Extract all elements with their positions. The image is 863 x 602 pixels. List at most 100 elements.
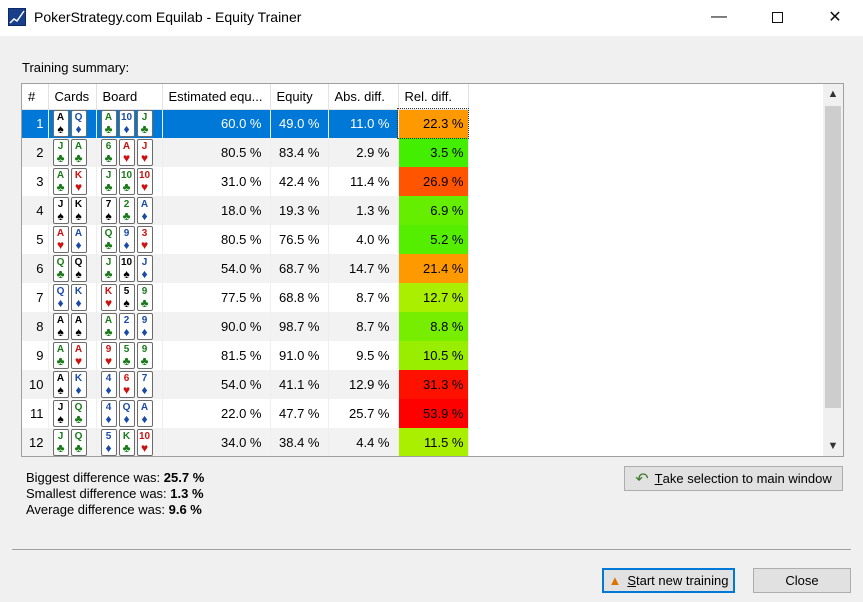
dialog-content: Training summary: # Cards Board Estimate… [0,36,863,602]
minimize-icon: — [711,8,727,25]
playing-card: 5 ♠ [118,284,135,311]
training-summary-label: Training summary: [22,60,130,75]
playing-card: A ♠ [52,110,69,138]
playing-card: Q ♣ [70,429,87,456]
maximize-button[interactable] [754,0,800,34]
table-row[interactable]: 4 J ♠ K ♠ 7 ♠ 2 ♣ A ♦ 18.0 % 19.3 % 1.3 % 6.9 % [22,196,469,225]
take-selection-button[interactable]: ↶ Take selection to main window [624,466,843,491]
training-summary-grid[interactable]: # Cards Board Estimated equ... Equity Ab… [21,83,844,457]
card-suit-icon: ♣ [140,296,149,310]
table-row[interactable]: 10 A ♠ K ♦ 4 ♦ 6 ♥ 7 ♦ 54.0 % 41.1 % 12.9 % 31.3 % [22,370,469,399]
board-cards: 5 ♦ K ♣ 10 ♥ [96,428,163,456]
playing-card: 9 ♣ [136,284,153,311]
card-suit-icon: ♦ [123,122,130,137]
table-row[interactable]: 8 A ♠ A ♠ A ♣ 2 ♦ 9 ♦ 90.0 % 98.7 % 8.7 % 8.8 % [22,312,469,341]
table-row[interactable]: 6 Q ♣ Q ♠ J ♣ 10 ♠ J ♦ 54.0 % 68.7 % 14.7 % 21.4 % [22,254,469,283]
table-row[interactable]: 12 J ♣ Q ♣ 5 ♦ K ♣ 10 ♥ 34.0 % 38.4 % 4.4 % 11.5 % [22,428,469,456]
table-row[interactable]: 5 A ♥ A ♦ Q ♣ 9 ♦ 3 ♥ 80.5 % 76.5 % 4.0 % 5.2 % [22,225,469,254]
board-cards: 7 ♠ 2 ♣ A ♦ [96,196,163,225]
card-suit-icon: ♣ [56,151,65,165]
hole-cards: Q ♦ K ♦ [48,283,97,312]
column-header-rel-diff[interactable]: Rel. diff. [398,84,469,110]
playing-card: K ♣ [118,429,135,456]
close-button[interactable]: Close [753,568,851,593]
rel-diff: 5.2 % [398,225,469,254]
table-row[interactable]: 1 A ♠ Q ♦ A ♣ 10 ♦ J ♣ 60.0 % 49.0 % 11.0 % 22.3 % [22,108,469,139]
scroll-up-button[interactable]: ▲ [823,84,843,104]
average-difference-value: 9.6 % [168,502,202,517]
abs-diff: 25.7 % [328,399,399,428]
playing-card: A ♠ [52,371,69,398]
rel-diff: 26.9 % [398,167,469,196]
column-header-estimated-equity[interactable]: Estimated equ... [162,84,271,110]
estimated-equity: 18.0 % [162,196,271,225]
card-suit-icon: ♣ [140,354,149,368]
biggest-difference: Biggest difference was: 25.7 % [26,470,205,485]
column-header-abs-diff[interactable]: Abs. diff. [328,84,399,110]
card-suit-icon: ♠ [123,267,130,281]
row-number: 11 [22,399,49,428]
playing-card: 10 ♥ [136,168,153,195]
board-cards: K ♥ 5 ♠ 9 ♣ [96,283,163,312]
scroll-down-button[interactable]: ▼ [823,436,843,456]
abs-diff: 14.7 % [328,254,399,283]
board-cards: 4 ♦ Q ♦ A ♦ [96,399,163,428]
card-suit-icon: ♣ [56,180,65,194]
table-row[interactable]: 11 J ♠ Q ♣ 4 ♦ Q ♦ A ♦ 22.0 % 47.7 % 25.7 % 53.9 % [22,399,469,428]
playing-card: J ♣ [136,110,153,138]
table-row[interactable]: 7 Q ♦ K ♦ K ♥ 5 ♠ 9 ♣ 77.5 % 68.8 % 8.7 % 12.7 % [22,283,469,312]
playing-card: A ♥ [70,342,87,369]
playing-card: K ♥ [70,168,87,195]
playing-card: A ♣ [52,342,69,369]
estimated-equity: 31.0 % [162,167,271,196]
card-suit-icon: ♣ [104,180,113,194]
estimated-equity: 77.5 % [162,283,271,312]
column-header-equity[interactable]: Equity [270,84,329,110]
column-header-index[interactable]: # [22,84,49,110]
hole-cards: A ♠ A ♠ [48,312,97,341]
estimated-equity: 54.0 % [162,370,271,399]
rel-diff: 3.5 % [398,138,469,167]
row-number: 6 [22,254,49,283]
playing-card: K ♠ [70,197,87,224]
equity: 91.0 % [270,341,329,370]
playing-card: A ♦ [136,400,153,427]
card-suit-icon: ♥ [74,354,83,368]
hole-cards: A ♥ A ♦ [48,225,97,254]
table-row[interactable]: 9 A ♣ A ♥ 9 ♥ 5 ♣ 9 ♣ 81.5 % 91.0 % 9.5 % 10.5 % [22,341,469,370]
vertical-scrollbar[interactable]: ▲ ▼ [823,84,843,456]
hole-cards: J ♠ Q ♣ [48,399,97,428]
playing-card: J ♦ [136,255,153,282]
playing-card: 4 ♦ [100,371,117,398]
close-icon: ✕ [828,9,842,26]
column-header-board[interactable]: Board [96,84,163,110]
card-suit-icon: ♠ [105,209,112,223]
equity: 41.1 % [270,370,329,399]
playing-card: 10 ♥ [136,429,153,456]
scrollbar-thumb[interactable] [825,106,841,408]
playing-card: Q ♣ [100,226,117,253]
card-suit-icon: ♥ [140,238,149,252]
card-suit-icon: ♠ [57,209,64,223]
column-header-cards[interactable]: Cards [48,84,97,110]
card-suit-icon: ♦ [123,238,130,252]
card-suit-icon: ♥ [104,296,113,310]
equity: 68.8 % [270,283,329,312]
card-suit-icon: ♦ [123,412,130,426]
table-row[interactable]: 2 J ♣ A ♣ 6 ♣ A ♥ J ♥ 80.5 % 83.4 % 2.9 % 3.5 % [22,138,469,167]
minimize-button[interactable]: — [696,0,742,34]
row-number: 9 [22,341,49,370]
card-suit-icon: ♣ [122,354,131,368]
table-row[interactable]: 3 A ♣ K ♥ J ♣ 10 ♣ 10 ♥ 31.0 % 42.4 % 11.4 % 26.9 % [22,167,469,196]
card-suit-icon: ♠ [57,383,64,397]
card-suit-icon: ♠ [123,296,130,310]
close-window-button[interactable]: ✕ [812,0,858,34]
flame-icon: ▲ [608,573,622,588]
start-new-training-button[interactable]: ▲ Start new training [602,568,735,593]
estimated-equity: 22.0 % [162,399,271,428]
card-suit-icon: ♥ [74,180,83,194]
row-number: 10 [22,370,49,399]
card-suit-icon: ♣ [122,180,131,194]
abs-diff: 2.9 % [328,138,399,167]
playing-card: K ♥ [100,284,117,311]
